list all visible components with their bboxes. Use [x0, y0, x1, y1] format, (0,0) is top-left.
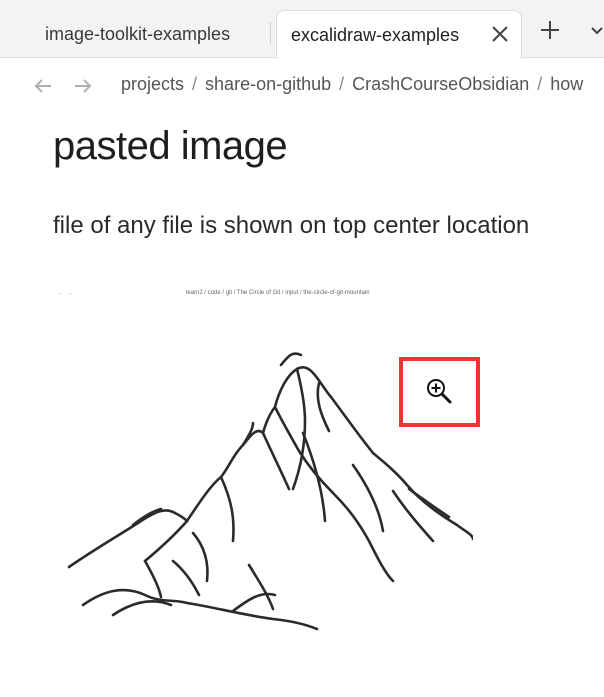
- breadcrumb-separator: /: [192, 74, 198, 94]
- tab-label: image-toolkit-examples: [45, 23, 231, 44]
- plus-icon[interactable]: [538, 18, 562, 42]
- embedded-image[interactable]: ← → learn2 / code / git / The Circle of …: [53, 285, 473, 645]
- breadcrumb-item[interactable]: share-on-github: [205, 74, 331, 94]
- tab-label: excalidraw-examples: [291, 24, 460, 45]
- chevron-down-icon[interactable]: [590, 24, 604, 38]
- zoom-in-cursor-icon: [427, 379, 452, 404]
- page-title: pasted image: [53, 124, 288, 168]
- navigation-bar: projects / share-on-github / CrashCourseObsi…: [0, 58, 604, 114]
- body-paragraph: file of any file is shown on top center …: [53, 212, 530, 239]
- arrow-right-icon[interactable]: [72, 75, 94, 97]
- tab-excalidraw-examples[interactable]: excalidraw-examples: [276, 10, 522, 59]
- breadcrumb: projects / share-on-github / CrashCourseObsi…: [121, 74, 583, 95]
- embedded-nav-arrows: ← →: [57, 290, 73, 297]
- breadcrumb-item[interactable]: CrashCourseObsidian: [352, 74, 529, 94]
- tab-divider: [270, 22, 271, 44]
- embedded-breadcrumb: learn2 / code / git / The Circle of Git …: [186, 290, 370, 296]
- arrow-left-icon[interactable]: [32, 75, 54, 97]
- close-icon[interactable]: [489, 23, 511, 45]
- tab-image-toolkit-examples[interactable]: image-toolkit-examples: [20, 10, 270, 58]
- breadcrumb-item[interactable]: how: [550, 74, 583, 94]
- tab-bar: image-toolkit-examples excalidraw-exampl…: [0, 0, 604, 59]
- breadcrumb-separator: /: [537, 74, 543, 94]
- mountain-illustration: [67, 352, 473, 631]
- breadcrumb-separator: /: [339, 74, 345, 94]
- breadcrumb-item[interactable]: projects: [121, 74, 184, 94]
